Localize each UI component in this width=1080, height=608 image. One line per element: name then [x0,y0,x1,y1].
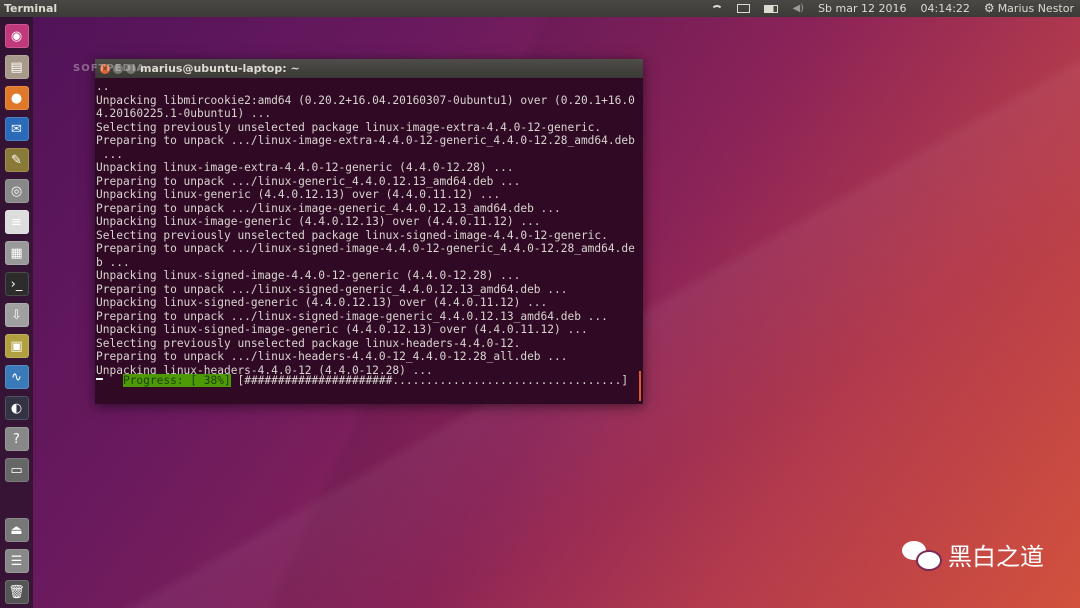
terminal-line: Selecting previously unselected package … [96,336,521,350]
terminal-line: Unpacking linux-signed-image-generic (4.… [96,323,588,336]
wechat-badge: 黑白之道 [902,537,1044,572]
terminal-line: 4.20160225.1-0ubuntu1) ... [96,107,272,120]
sound-icon[interactable]: ◀) [792,3,804,14]
terminal-line: b ... [96,255,130,269]
indicator-area: ◀) Sb mar 12 2016 04:14:22 ⚙ Marius Nest… [711,0,1080,17]
terminal-titlebar[interactable]: SOFTPEDIA ✕ marius@ubuntu-laptop: ~ [73,59,643,78]
network-icon[interactable] [711,5,724,12]
drive-icon[interactable]: ▭ [4,458,29,482]
terminal-title: marius@ubuntu-laptop: ~ [140,62,300,75]
terminal-line: Preparing to unpack .../linux-signed-ima… [96,242,635,255]
terminal-line: Unpacking linux-image-generic (4.4.0.12.… [96,215,541,228]
terminal-output[interactable]: .. Unpacking libmircookie2:amd64 (0.20.2+… [95,78,643,380]
wechat-icon [902,540,942,571]
archive-icon[interactable]: ▣ [4,334,29,358]
ubuntu-dash-icon[interactable]: ◉ [4,24,29,48]
progress-row: Progress: [ 38%] [######################… [96,361,636,400]
user-name: Marius Nestor [997,2,1074,15]
terminal-line: .. [96,80,110,93]
mail-icon[interactable] [737,4,751,13]
terminal-line: Unpacking linux-generic (4.4.0.12.13) ov… [96,188,501,201]
terminal-line: Preparing to unpack .../linux-signed-gen… [96,282,568,296]
active-app-title: Terminal [4,2,58,15]
terminal-line: Unpacking linux-signed-generic (4.4.0.12… [96,296,548,309]
terminal-line: Unpacking linux-signed-image-4.4.0-12-ge… [96,269,521,282]
calculator-icon[interactable]: ▦ [4,241,29,265]
help-icon[interactable]: ? [4,427,29,451]
system-monitor-icon[interactable]: ∿ [4,365,29,389]
session-menu[interactable]: ⚙ Marius Nestor [984,0,1074,17]
steam-icon[interactable]: ◐ [4,396,29,420]
progress-label: Progress: [ 38%] [122,374,231,387]
firefox-icon[interactable]: ● [4,86,29,110]
terminal-line: Selecting previously unselected package … [96,120,602,134]
files-icon[interactable]: ▤ [4,55,29,79]
terminal-line: Preparing to unpack .../linux-signed-ima… [96,309,608,323]
battery-icon[interactable] [764,4,779,13]
text-editor-icon[interactable]: ≡ [4,210,29,234]
scrollbar[interactable] [639,371,641,401]
terminal-line: ... [96,147,123,161]
install-icon[interactable]: ⇩ [4,303,29,327]
terminal-line: Selecting previously unselected package … [96,228,608,242]
removable-drive-icon[interactable]: ⏏ [4,518,29,542]
screenshot-icon[interactable]: ◎ [4,179,29,203]
terminal-line: Preparing to unpack .../linux-image-extr… [96,134,635,147]
hard-drive-icon[interactable]: ☰ [4,549,29,573]
terminal-line: Unpacking linux-image-extra-4.4.0-12-gen… [96,161,514,174]
terminal-line: Preparing to unpack .../linux-image-gene… [96,201,561,215]
launcher: ◉ ▤ ● ✉ ✎ ◎ ≡ ▦ ›_ ⇩ ▣ ∿ ◐? ▭ ⏏ ☰ 🗑 [0,17,33,608]
date-indicator[interactable]: Sb mar 12 2016 [818,0,906,17]
gear-icon: ⚙ [983,1,995,15]
badge-text: 黑白之道 [948,543,1044,571]
softpedia-watermark: SOFTPEDIA [73,63,146,74]
terminal-icon[interactable]: ›_ [4,272,29,296]
gimp-icon[interactable]: ✎ [4,148,29,172]
thunderbird-icon[interactable]: ✉ [4,117,29,141]
progress-bar: [######################.................… [230,374,629,387]
clock-indicator[interactable]: 04:14:22 [921,0,970,17]
top-panel: Terminal ◀) Sb mar 12 2016 04:14:22 ⚙ Ma… [0,0,1080,17]
terminal-line: Preparing to unpack .../linux-generic_4.… [96,174,521,188]
terminal-window[interactable]: SOFTPEDIA ✕ marius@ubuntu-laptop: ~ .. Un… [73,59,643,404]
trash-icon[interactable]: 🗑 [4,580,29,604]
terminal-line: Unpacking libmircookie2:amd64 (0.20.2+16… [96,93,635,107]
